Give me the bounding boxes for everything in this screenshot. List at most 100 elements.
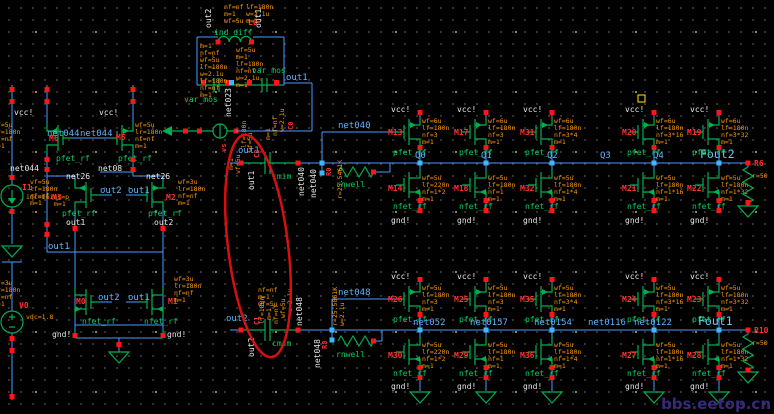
instance-name[interactable]: M21 (622, 184, 637, 193)
instance-name[interactable]: M35 (520, 295, 535, 304)
pin[interactable] (44, 157, 50, 162)
pin[interactable] (9, 175, 15, 180)
buffer-stage[interactable]: vcc! M26 pfet_rf wf=5u lf=180n nf=3 m=1 … (388, 272, 449, 404)
pin[interactable] (483, 277, 489, 282)
pin[interactable] (651, 277, 657, 282)
instance-name[interactable]: R6 (754, 159, 764, 168)
instance-name[interactable]: M13 (388, 128, 403, 137)
pin[interactable] (295, 327, 301, 333)
instance-name[interactable]: M36 (520, 351, 535, 360)
instance-name[interactable]: M14 (388, 184, 403, 193)
pin[interactable] (745, 327, 751, 333)
net-label[interactable]: net26 (66, 172, 90, 181)
buffer-stage[interactable]: vcc! M20 pfet_rf wf=6u lf=180n nf=3*16 m… (622, 105, 683, 225)
buffer-stage[interactable]: vcc! M25 pfet_rf wf=5u lf=180n nf=3 m=1 … (454, 272, 515, 404)
pin[interactable] (549, 208, 555, 213)
instance-name[interactable]: M26 (388, 295, 403, 304)
instance-name[interactable]: M32 (520, 184, 535, 193)
pin[interactable] (371, 338, 376, 344)
instance-name[interactable]: M3 (52, 193, 62, 202)
pfet-symbol[interactable] (74, 179, 100, 211)
net-label[interactable]: net048 (338, 288, 371, 298)
pin[interactable] (130, 87, 136, 92)
pin[interactable] (417, 145, 423, 150)
junction[interactable] (716, 160, 722, 166)
pin[interactable] (9, 99, 15, 104)
junction[interactable] (329, 337, 335, 343)
buffer-stage[interactable]: vcc! M17 pfet_rf wf=6u lf=180n nf=3 m=1 … (454, 105, 515, 225)
pin[interactable] (371, 169, 376, 175)
net-label[interactable]: net048 (313, 339, 322, 368)
junction[interactable] (716, 327, 722, 333)
pin[interactable] (716, 208, 722, 213)
instance-name[interactable]: R10 (754, 326, 769, 335)
pin[interactable] (72, 333, 78, 338)
instance-name[interactable]: M25 (454, 295, 469, 304)
pin[interactable] (274, 80, 279, 85)
pin[interactable] (483, 208, 489, 213)
buffer-stage[interactable]: vcc! M13 pfet_rf wf=6u lf=180n nf=3 m=1 … (388, 105, 449, 225)
pin[interactable] (215, 39, 221, 45)
pin[interactable] (44, 87, 50, 92)
net-label[interactable]: net08 (98, 164, 122, 173)
junction[interactable] (417, 160, 423, 166)
pin[interactable] (483, 375, 489, 380)
pin[interactable] (651, 110, 657, 115)
pin[interactable] (549, 110, 555, 115)
instance-name[interactable]: M2 (166, 193, 176, 202)
pin[interactable] (44, 232, 50, 237)
net-label[interactable]: out1 (128, 293, 150, 303)
instance-name[interactable]: M19 (687, 128, 702, 137)
junction[interactable] (483, 160, 489, 166)
junction[interactable] (483, 327, 489, 333)
pin[interactable] (549, 312, 555, 317)
net-label[interactable]: out2 (100, 186, 122, 196)
schematic-svg[interactable]: I1 idc=Ibias=p m=1 V0 vdc=1.8 vcc! vcc! … (0, 0, 774, 414)
pin[interactable] (9, 336, 15, 341)
pin[interactable] (9, 209, 15, 214)
net-label[interactable]: net0116 (588, 318, 626, 328)
instance-name[interactable]: M5 (116, 133, 126, 142)
pin[interactable] (483, 312, 489, 317)
pin[interactable] (9, 348, 15, 353)
resistor-symbol[interactable] (337, 335, 375, 347)
net-label[interactable]: vs (220, 144, 228, 152)
pin[interactable] (716, 365, 722, 370)
junction[interactable] (549, 160, 555, 166)
pin[interactable] (417, 277, 423, 282)
pin[interactable] (9, 87, 15, 92)
pin[interactable] (249, 39, 254, 45)
instance-name[interactable]: R8 (321, 341, 329, 349)
buffer-stage[interactable]: vcc! M31 pfet_rf wf=6u lf=180n nf=3*4 m=… (520, 105, 581, 225)
instance-name[interactable]: M29 (454, 351, 469, 360)
pin[interactable] (651, 208, 657, 213)
pin[interactable] (745, 200, 751, 205)
instance-name[interactable]: M23 (687, 295, 702, 304)
instance-name[interactable]: M22 (687, 184, 702, 193)
inductor-symbol[interactable] (217, 35, 253, 43)
net-label[interactable]: out1 (66, 218, 85, 227)
instance-name[interactable]: M17 (454, 128, 469, 137)
instance-name[interactable]: M20 (622, 128, 637, 137)
pin[interactable] (651, 312, 657, 317)
net-label[interactable]: net044 (80, 129, 113, 139)
pin[interactable] (716, 277, 722, 282)
pin[interactable] (483, 110, 489, 115)
pin[interactable] (716, 375, 722, 380)
pin[interactable] (417, 208, 423, 213)
pin[interactable] (716, 198, 722, 203)
pin[interactable] (483, 198, 489, 203)
buffer-stage[interactable]: vcc! M35 pfet_rf wf=5u lf=180n nf=3*4 m=… (520, 272, 581, 404)
net-label[interactable]: net26 (146, 172, 170, 181)
instance-name[interactable]: M31 (520, 128, 535, 137)
instance-name[interactable]: M28 (687, 351, 702, 360)
pin[interactable] (745, 367, 751, 373)
pin[interactable] (295, 160, 301, 166)
pin[interactable] (549, 145, 555, 150)
pin[interactable] (549, 375, 555, 380)
instance-name[interactable]: V0 (19, 301, 29, 310)
pin[interactable] (483, 365, 489, 370)
pin[interactable] (745, 160, 751, 166)
instance-name[interactable]: R0 (325, 168, 333, 176)
buffer-stage[interactable]: vcc! M23 pfet_rf wf=5u lf=180n nf=3*32 m… (687, 272, 748, 404)
